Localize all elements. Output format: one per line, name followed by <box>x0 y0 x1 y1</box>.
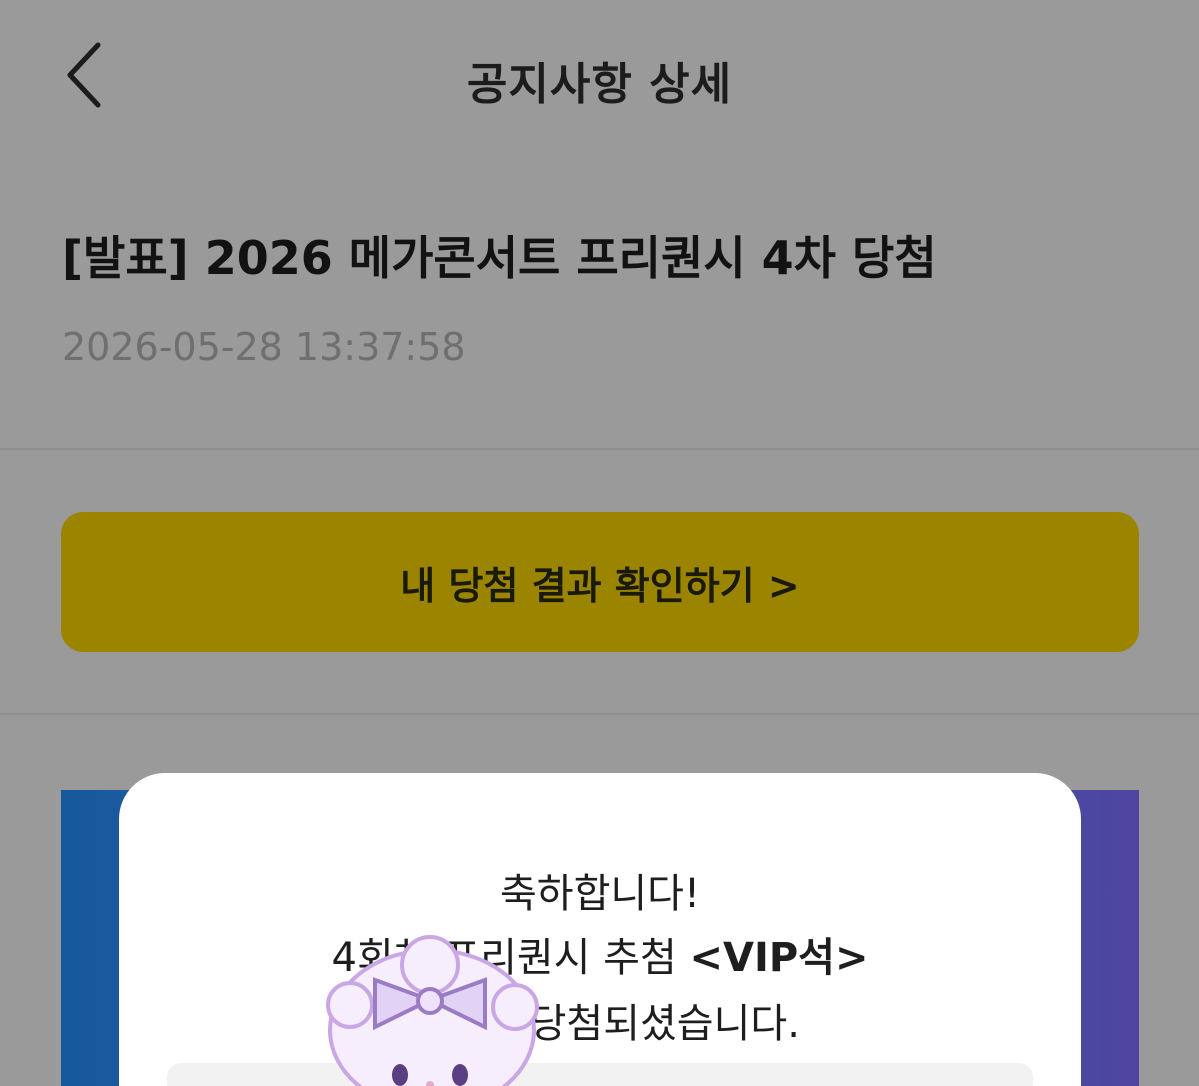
divider-bottom <box>0 713 1199 715</box>
divider-top <box>0 448 1199 450</box>
modal-prize-seat: <VIP석> <box>689 935 869 981</box>
modal-info-box <box>167 1063 1033 1086</box>
result-modal: 축하합니다! 4회차 프리퀀시 추첨 <VIP석> 에 당첨되셨습니다. <box>119 773 1081 1086</box>
modal-won-text: 에 당첨되셨습니다. <box>480 1001 800 1047</box>
page-title: 공지사항 상세 <box>466 59 733 110</box>
notice-date: 2026-05-28 13:37:58 <box>62 325 466 369</box>
notice-title: [발표] 2026 메가콘서트 프리퀀시 4차 당첨 <box>62 231 937 285</box>
check-result-label: 내 당첨 결과 확인하기 > <box>400 563 800 608</box>
top-header: 공지사항 상세 <box>0 0 1199 160</box>
character-sticker-icon <box>326 935 539 1086</box>
notice-detail-page: 공지사항 상세 [발표] 2026 메가콘서트 프리퀀시 4차 당첨 2026-… <box>0 0 1199 1086</box>
modal-congrats: 축하합니다! <box>499 871 701 917</box>
check-result-button[interactable]: 내 당첨 결과 확인하기 > <box>61 512 1139 652</box>
modal-prize-line: 4회차 프리퀀시 추첨 <VIP석> <box>119 925 1081 983</box>
